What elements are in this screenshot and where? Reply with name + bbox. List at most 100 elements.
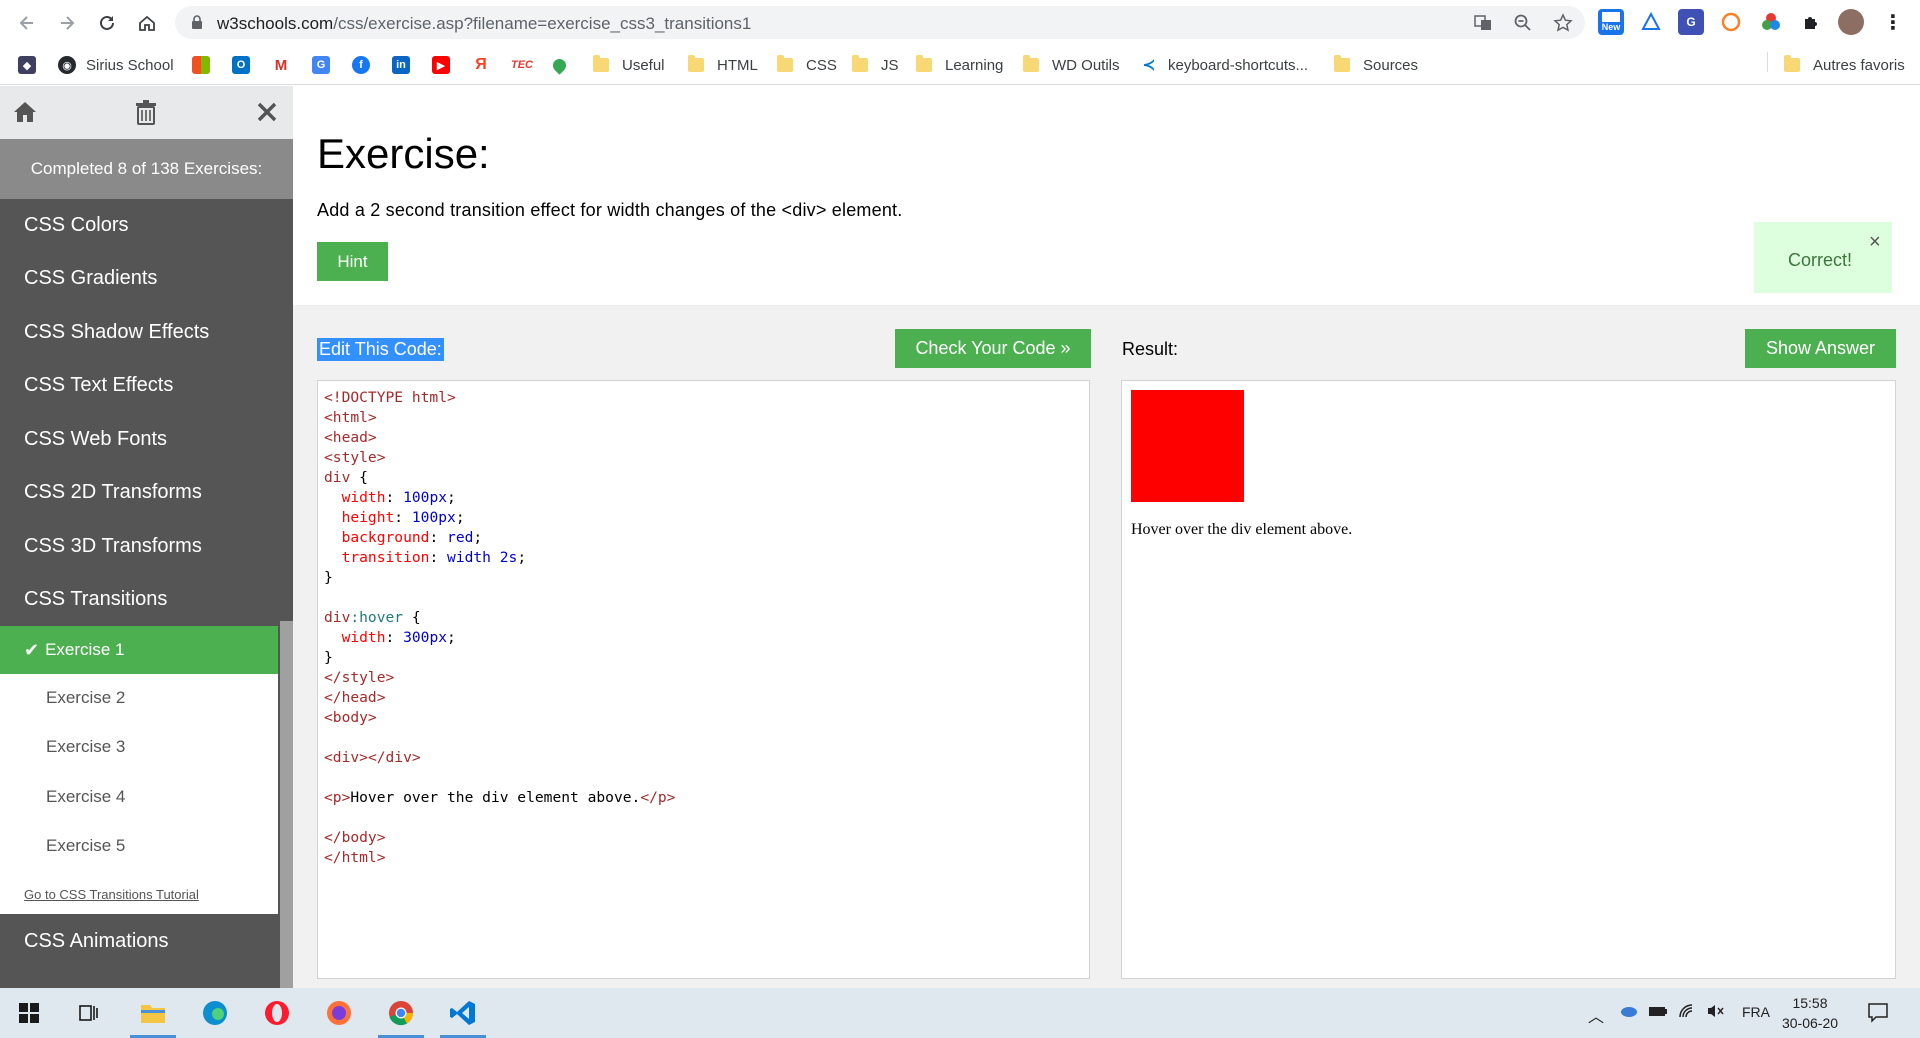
sidebar-item-css-shadow-effects[interactable]: CSS Shadow Effects	[0, 306, 280, 359]
reload-icon[interactable]	[92, 8, 122, 38]
translate-icon[interactable]	[1473, 13, 1493, 33]
bookmark-folder-css[interactable]: CSS	[777, 54, 837, 76]
sidebar-item-css-2d-transforms[interactable]: CSS 2D Transforms	[0, 466, 280, 519]
page-title: Exercise:	[317, 130, 490, 177]
onedrive-icon[interactable]	[1618, 1003, 1638, 1022]
back-arrow-icon[interactable]	[12, 8, 42, 38]
home-icon[interactable]	[12, 99, 38, 125]
bookmark-hex-icon[interactable]: ◆	[18, 54, 36, 76]
sidebar-scrollbar[interactable]	[280, 621, 293, 988]
folder-icon	[1334, 55, 1350, 72]
correct-message: Correct!	[1788, 250, 1853, 270]
triangle-extension-icon[interactable]	[1638, 9, 1664, 35]
menu-kebab-icon[interactable]: ⋮	[1880, 9, 1906, 35]
notification-icon[interactable]	[1867, 1001, 1889, 1026]
battery-icon[interactable]	[1648, 1003, 1668, 1022]
bookmark-yandex-icon[interactable]: Я	[472, 54, 500, 76]
folder-icon	[593, 55, 609, 72]
sidebar-item-css-web-fonts[interactable]: CSS Web Fonts	[0, 413, 280, 466]
sidebar-item-css-3d-transforms[interactable]: CSS 3D Transforms	[0, 520, 280, 573]
exercise-header: Exercise: Add a 2 second transition effe…	[293, 86, 1920, 305]
sidebar-item-css-text-effects[interactable]: CSS Text Effects	[0, 359, 280, 412]
result-red-div[interactable]	[1131, 390, 1244, 502]
task-view-icon[interactable]	[60, 988, 118, 1038]
code-text[interactable]: <!DOCTYPE html> <html> <head> <style> di…	[324, 388, 1083, 868]
opera-icon[interactable]	[248, 988, 306, 1038]
forward-arrow-icon[interactable]	[52, 8, 82, 38]
bookmark-keyboard-shortcuts[interactable]: ≺ keyboard-shortcuts...	[1140, 54, 1308, 76]
vscode-icon[interactable]	[434, 988, 492, 1038]
bookmark-outlook-icon[interactable]: O	[232, 54, 260, 76]
exercise-description: Add a 2 second transition effect for wid…	[317, 200, 903, 220]
hint-button[interactable]: Hint	[317, 242, 388, 281]
progress-summary: Completed 8 of 138 Exercises:	[0, 139, 293, 199]
close-icon[interactable]: ×	[1869, 231, 1881, 254]
bookmark-folder-js[interactable]: JS	[852, 54, 899, 76]
check-code-button[interactable]: Check Your Code »	[895, 329, 1091, 368]
bookmark-translate-icon[interactable]: G	[312, 54, 340, 76]
bookmark-folder-wd-outils[interactable]: WD Outils	[1023, 54, 1120, 76]
profile-avatar[interactable]	[1838, 9, 1864, 35]
edit-code-label: Edit This Code:	[317, 338, 444, 361]
wifi-icon[interactable]	[1678, 1003, 1698, 1022]
bookmark-linkedin-icon[interactable]: in	[392, 54, 420, 76]
sidebar-item-css-animations[interactable]: CSS Animations	[0, 915, 280, 968]
show-answer-button[interactable]: Show Answer	[1745, 329, 1896, 368]
result-label: Result:	[1122, 339, 1179, 359]
home-icon[interactable]	[132, 8, 162, 38]
bookmark-folder-useful[interactable]: Useful	[593, 54, 665, 76]
bookmark-sirius-school[interactable]: ◉ Sirius School	[58, 54, 174, 76]
browser-toolbar: w3schools.com/css/exercise.asp?filename=…	[0, 0, 1920, 45]
chevron-up-icon[interactable]: ︿	[1588, 1003, 1604, 1027]
sidebar-item-css-colors[interactable]: CSS Colors	[0, 199, 280, 252]
folder-icon	[777, 55, 793, 72]
file-explorer-icon[interactable]	[124, 988, 182, 1038]
chrome-icon[interactable]	[372, 988, 430, 1038]
sidebar-item-css-transitions[interactable]: CSS Transitions	[0, 573, 280, 626]
bookmark-folder-learning[interactable]: Learning	[916, 54, 1003, 76]
sidebar-item-css-gradients[interactable]: CSS Gradients	[0, 252, 280, 305]
folder-icon	[688, 55, 704, 72]
exercise-main: Exercise: Add a 2 second transition effe…	[293, 86, 1920, 988]
bookmark-folder-sources[interactable]: Sources	[1334, 54, 1418, 76]
bookmark-microsoft-icon[interactable]	[192, 54, 220, 76]
zoom-icon[interactable]	[1513, 13, 1533, 33]
checkmark-icon: ✔	[24, 639, 40, 660]
edge-icon[interactable]	[186, 988, 244, 1038]
speaker-muted-icon[interactable]	[1706, 1003, 1726, 1022]
windows-taskbar: ︿ FRA 15:58 30-06-20	[0, 988, 1920, 1038]
github-icon: ◉	[58, 56, 76, 74]
puzzle-extensions-icon[interactable]	[1798, 9, 1824, 35]
orange-extension-icon[interactable]	[1718, 9, 1744, 35]
bookmark-folder-other[interactable]: Autres favoris	[1784, 54, 1905, 76]
bookmark-gmail-icon[interactable]: M	[272, 54, 300, 76]
trash-icon[interactable]	[133, 99, 159, 125]
input-language[interactable]: FRA	[1742, 1004, 1770, 1020]
exercise-sidebar: Completed 8 of 138 Exercises: CSS Colors…	[0, 86, 293, 988]
folder-icon	[916, 55, 932, 72]
firefox-icon[interactable]	[310, 988, 368, 1038]
close-icon[interactable]	[254, 99, 280, 125]
bookmark-maps-icon[interactable]	[550, 54, 576, 76]
clock[interactable]: 15:58 30-06-20	[1775, 993, 1845, 1033]
bookmark-youtube-icon[interactable]: ▶	[432, 54, 460, 76]
bookmarks-separator	[1767, 52, 1768, 72]
exercise-item-4[interactable]: Exercise 4	[0, 773, 278, 821]
shield-extension-icon[interactable]: G	[1678, 9, 1704, 35]
color-wheel-extension-icon[interactable]	[1758, 9, 1784, 35]
new-extension-icon[interactable]: New	[1598, 9, 1624, 35]
vscode-icon: ≺	[1140, 56, 1158, 74]
exercise-item-5[interactable]: Exercise 5	[0, 822, 278, 870]
star-bookmark-icon[interactable]	[1553, 13, 1573, 33]
address-bar[interactable]: w3schools.com/css/exercise.asp?filename=…	[175, 6, 1585, 39]
bookmark-facebook-icon[interactable]: f	[352, 54, 380, 76]
exercise-item-3[interactable]: Exercise 3	[0, 723, 278, 771]
exercise-item-1[interactable]: ✔ Exercise 1	[0, 626, 278, 674]
code-editor[interactable]: <!DOCTYPE html> <html> <head> <style> di…	[317, 380, 1090, 979]
bookmark-folder-html[interactable]: HTML	[688, 54, 758, 76]
windows-start-icon[interactable]	[0, 988, 58, 1038]
bookmark-tec-icon[interactable]: TEC	[510, 54, 544, 76]
exercise-item-2[interactable]: Exercise 2	[0, 674, 278, 722]
folder-icon	[1023, 55, 1039, 72]
tutorial-link[interactable]: Go to CSS Transitions Tutorial	[24, 887, 199, 902]
